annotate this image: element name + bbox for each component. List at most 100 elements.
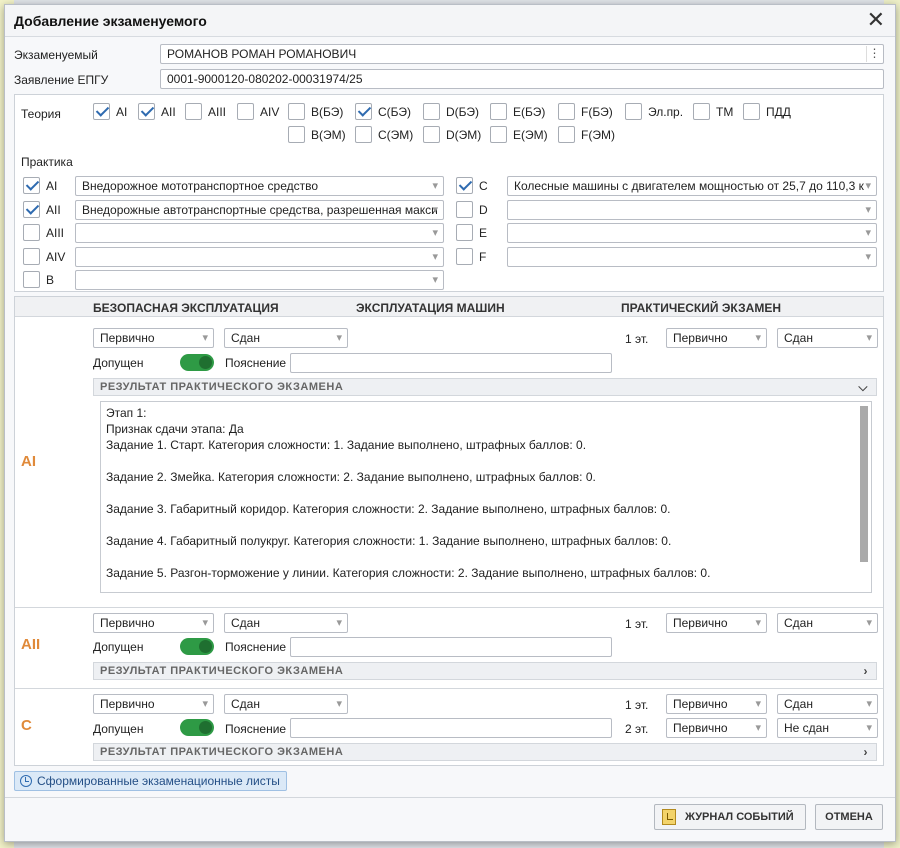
cancel-button[interactable]: ОТМЕНА — [815, 804, 883, 830]
aii-stage1-label: 1 эт. — [625, 617, 649, 631]
aii-stage1-attempt-select[interactable]: Первично — [666, 613, 767, 633]
theory-checkbox-label: AIII — [208, 105, 227, 119]
theory-checkbox-label: F(БЭ) — [581, 105, 613, 119]
practice-vehicle-select[interactable]: Колесные машины с двигателем мощностью о… — [507, 176, 877, 196]
c-stage1-label: 1 эт. — [625, 698, 649, 712]
theory-checkbox-label: Эл.пр. — [648, 105, 684, 119]
chevron-right-icon[interactable]: › — [864, 664, 869, 678]
theory-checkbox[interactable] — [423, 126, 440, 143]
practice-category-label: AII — [46, 202, 61, 217]
category-label-c: C — [21, 717, 32, 734]
aii-admitted-toggle[interactable] — [180, 638, 214, 655]
chevron-down-icon[interactable]: ⌵ — [858, 380, 868, 395]
c-stage1-attempt-select[interactable]: Первично — [666, 694, 767, 714]
practice-category-label: E — [479, 226, 488, 240]
aii-attempt-select[interactable]: Первично — [93, 613, 214, 633]
theory-checkbox[interactable] — [288, 103, 305, 120]
c-stage2-attempt-select[interactable]: Первично — [666, 718, 767, 738]
practice-label: Практика — [21, 155, 73, 169]
practice-checkbox[interactable] — [23, 247, 40, 265]
theory-checkbox[interactable] — [355, 103, 372, 120]
theory-checkbox[interactable] — [93, 103, 110, 120]
practice-vehicle-select[interactable] — [75, 246, 444, 267]
theory-checkbox-label: AII — [161, 105, 176, 119]
ai-result-lines: Этап 1: Признак сдачи этапа: Да Задание 1.… — [106, 405, 866, 581]
dialog-titlebar: Добавление экзаменуемого ✕ — [5, 5, 895, 37]
practice-checkbox[interactable] — [23, 177, 40, 194]
c-admitted-label: Допущен — [93, 722, 144, 736]
application-label: Заявление ЕПГУ — [14, 73, 109, 87]
event-journal-button[interactable]: ЖУРНАЛ СОБЫТИЙ — [654, 804, 806, 830]
theory-checkbox[interactable] — [490, 126, 507, 143]
aii-stage1-status-select[interactable]: Сдан — [777, 613, 878, 633]
theory-label: Теория — [21, 107, 61, 121]
examinee-field[interactable]: РОМАНОВ РОМАН РОМАНОВИЧ ⋮ — [160, 44, 884, 64]
theory-checkbox[interactable] — [558, 126, 575, 143]
theory-checkbox[interactable] — [693, 103, 710, 120]
theory-checkbox[interactable] — [743, 103, 760, 120]
aii-status-select[interactable]: Сдан — [224, 613, 348, 633]
application-field[interactable]: 0001-9000120-080202-00031974/25 — [160, 69, 884, 89]
ai-status-select[interactable]: Сдан — [224, 328, 348, 348]
theory-checkbox[interactable] — [237, 103, 254, 120]
theory-checkbox[interactable] — [138, 103, 155, 120]
c-admitted-toggle[interactable] — [180, 719, 214, 736]
add-examinee-dialog: Добавление экзаменуемого ✕ Экзаменуемый … — [4, 4, 896, 842]
aii-note-input[interactable] — [290, 637, 612, 657]
separator-aii — [15, 688, 883, 689]
theory-checkbox[interactable] — [355, 126, 372, 143]
practice-vehicle-select[interactable] — [75, 270, 444, 290]
theory-checkbox[interactable] — [288, 126, 305, 143]
aii-result-header[interactable]: РЕЗУЛЬТАТ ПРАКТИЧЕСКОГО ЭКЗАМЕНА › — [93, 662, 877, 680]
exam-section: БЕЗОПАСНАЯ ЭКСПЛУАТАЦИЯ ЭКСПЛУАТАЦИЯ МАШ… — [14, 296, 884, 766]
practice-checkbox[interactable] — [456, 200, 473, 218]
ai-result-text[interactable]: Этап 1: Признак сдачи этапа: Да Задание 1.… — [100, 401, 872, 593]
practice-checkbox[interactable] — [456, 177, 473, 194]
c-attempt-select[interactable]: Первично — [93, 694, 214, 714]
result-line — [106, 517, 866, 533]
practice-checkbox[interactable] — [23, 271, 40, 288]
ai-stage1-status-select[interactable]: Сдан — [777, 328, 878, 348]
practice-vehicle-select[interactable] — [507, 246, 877, 267]
theory-checkbox[interactable] — [625, 103, 642, 120]
formed-sheets-button[interactable]: Сформированные экзаменационные листы — [14, 771, 287, 791]
ai-result-header[interactable]: РЕЗУЛЬТАТ ПРАКТИЧЕСКОГО ЭКЗАМЕНА ⌵ — [93, 378, 877, 396]
practice-checkbox[interactable] — [456, 224, 473, 241]
more-options-icon[interactable]: ⋮ — [866, 46, 882, 62]
ai-admitted-toggle[interactable] — [180, 354, 214, 371]
theory-checkbox[interactable] — [185, 103, 202, 120]
practice-vehicle-select[interactable]: Внедорожное мототранспортное средство — [75, 176, 444, 196]
close-icon[interactable]: ✕ — [867, 9, 885, 31]
c-note-input[interactable] — [290, 718, 612, 738]
ai-stage1-attempt-select[interactable]: Первично — [666, 328, 767, 348]
examinee-label: Экзаменуемый — [14, 48, 98, 62]
theory-checkbox[interactable] — [490, 103, 507, 120]
result-line: Задание 2. Змейка. Категория сложности: … — [106, 470, 596, 484]
practice-vehicle-select[interactable] — [75, 223, 444, 243]
c-stage2-status-select[interactable]: Не сдан — [777, 718, 878, 738]
practice-checkbox[interactable] — [23, 200, 40, 218]
practice-checkbox[interactable] — [23, 224, 40, 241]
chevron-right-icon[interactable]: › — [864, 745, 869, 759]
result-scrollbar[interactable] — [860, 406, 868, 562]
theory-checkbox-label: ПДД — [766, 105, 791, 119]
c-result-header[interactable]: РЕЗУЛЬТАТ ПРАКТИЧЕСКОГО ЭКЗАМЕНА › — [93, 743, 877, 761]
ai-attempt-select[interactable]: Первично — [93, 328, 214, 348]
event-journal-label: ЖУРНАЛ СОБЫТИЙ — [685, 811, 794, 823]
practice-checkbox[interactable] — [456, 247, 473, 265]
practice-category-label: B — [46, 273, 55, 287]
practice-vehicle-select[interactable]: Внедорожные автотранспортные средства, р… — [75, 199, 444, 220]
formed-sheets-label: Сформированные экзаменационные листы — [37, 774, 280, 788]
theory-checkbox[interactable] — [558, 103, 575, 120]
c-stage1-status-select[interactable]: Сдан — [777, 694, 878, 714]
application-value: 0001-9000120-080202-00031974/25 — [167, 72, 363, 86]
practice-vehicle-select[interactable] — [507, 199, 877, 220]
c-result-label: РЕЗУЛЬТАТ ПРАКТИЧЕСКОГО ЭКЗАМЕНА — [100, 746, 344, 758]
c-status-select[interactable]: Сдан — [224, 694, 348, 714]
c-stage2-label: 2 эт. — [625, 722, 649, 736]
theory-checkbox[interactable] — [423, 103, 440, 120]
footer-separator — [5, 797, 895, 798]
ai-note-input[interactable] — [290, 353, 612, 373]
practice-vehicle-select[interactable] — [507, 223, 877, 243]
dialog-title: Добавление экзаменуемого — [14, 13, 207, 29]
